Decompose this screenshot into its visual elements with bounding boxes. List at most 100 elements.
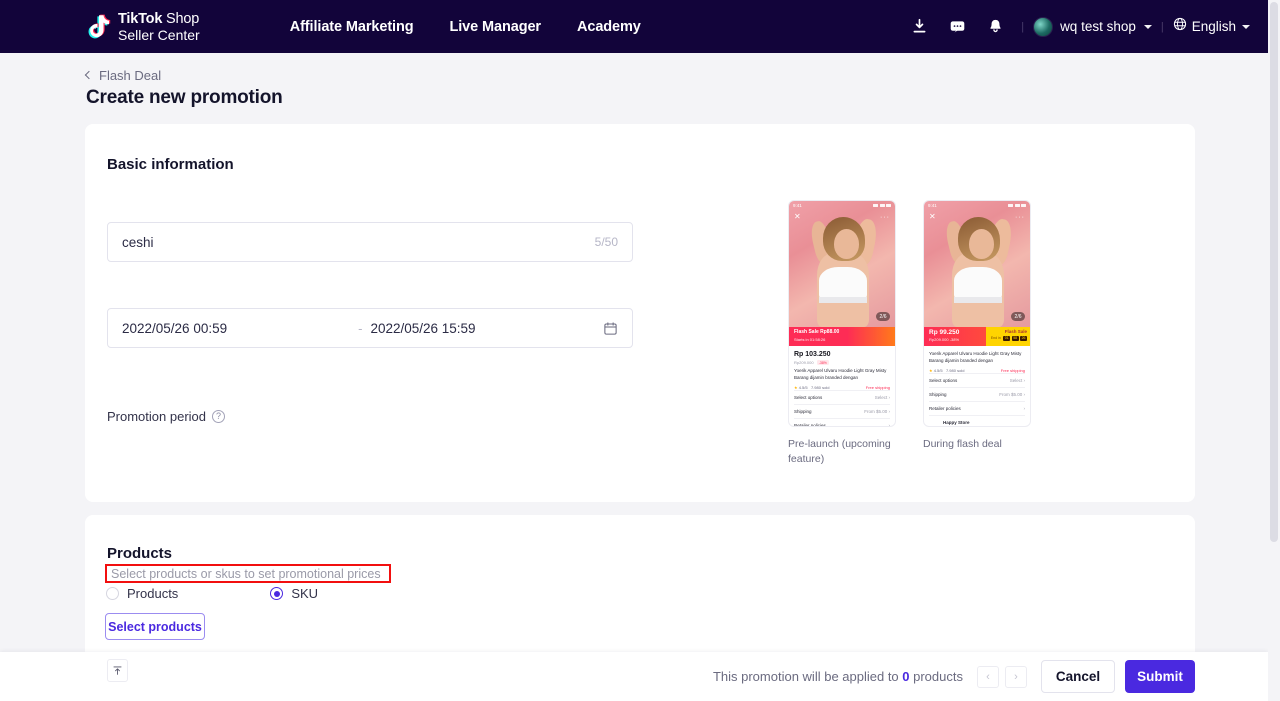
image-counter: 2/6	[876, 312, 890, 321]
detail-row-shipping: Shipping From $5.00 ›	[794, 403, 890, 418]
row-label: Shipping	[929, 391, 947, 397]
timer-hours: 01	[1003, 335, 1011, 341]
image-counter: 2/6	[1011, 312, 1025, 321]
detail-row-select-options: Select options Select ›	[929, 372, 1025, 387]
pagination: ‹ ›	[977, 665, 1027, 688]
product-title: Yoerik Apparel Ulvaru Hoodie Light Gray …	[794, 368, 887, 380]
row-label: Select options	[794, 394, 823, 400]
product-photo: 9:41 ✕ ··· 2/6	[789, 201, 895, 327]
chevron-left-icon	[84, 70, 94, 80]
notification-bell-icon[interactable]	[976, 0, 1014, 53]
help-question-icon[interactable]: ?	[212, 410, 225, 423]
applied-products-status: This promotion will be applied to 0 prod…	[713, 669, 963, 684]
radio-option-sku[interactable]: SKU	[270, 586, 318, 601]
store-row: YOU Happy Store Seller from China Visit	[929, 414, 1025, 426]
product-type-radio-group: Products SKU	[106, 586, 318, 601]
brand-line1-bold: TikTok	[118, 10, 163, 27]
detail-row-retailer-policies: Retailer policies ›	[794, 417, 891, 427]
banner-price: Rp 99.250	[929, 329, 960, 336]
row-label: Select options	[929, 377, 958, 383]
status-time: 9:41	[793, 203, 802, 208]
countdown-timer: End in 01 58 26	[989, 335, 1027, 341]
products-heading: Products	[107, 545, 173, 562]
period-start-value[interactable]: 2022/05/26 00:59	[122, 321, 227, 336]
product-old-price: Rp209.000	[794, 359, 814, 365]
nav-item-academy[interactable]: Academy	[577, 19, 641, 35]
nav-item-affiliate-marketing[interactable]: Affiliate Marketing	[290, 19, 414, 35]
banner-title: Flash Sale Rp88.00	[794, 329, 840, 335]
row-value: ›	[888, 422, 891, 427]
detail-row-retailer-policies: Retailer policies ›	[929, 400, 1026, 415]
next-page-button[interactable]: ›	[1005, 665, 1027, 688]
product-title: Yoerik Apparel Ulvaru Hoodie Light Gray …	[929, 351, 1022, 363]
model-illustration	[938, 215, 1016, 327]
calendar-icon[interactable]	[603, 321, 618, 336]
applied-count: 0	[902, 669, 910, 684]
applied-suffix: products	[909, 669, 963, 684]
product-details: Rp 103.250 Rp209.000 -38% Yoerik Apparel…	[789, 346, 895, 427]
top-navigation-bar: TikTok Shop Seller Center Affiliate Mark…	[0, 0, 1268, 53]
download-icon[interactable]	[900, 0, 938, 53]
basic-information-card: Basic information Promotion name ceshi 5…	[85, 124, 1195, 502]
products-error-text: Select products or skus to set promotion…	[111, 566, 381, 581]
main-nav-links: Affiliate Marketing Live Manager Academy	[290, 19, 641, 35]
timer-minutes: 58	[1011, 335, 1019, 341]
close-icon: ✕	[794, 212, 801, 221]
promotion-name-input[interactable]: ceshi 5/50	[107, 222, 633, 262]
flash-sale-banner: Rp 99.250 Rp209.000 -38% Flash Sale End …	[924, 327, 1030, 346]
ends-in-label: End in	[990, 336, 1001, 340]
free-shipping-tag: Free shipping	[865, 384, 890, 390]
select-products-button[interactable]: Select products	[105, 613, 205, 640]
phone-mockup: 9:41 ✕ ··· 2/6 Flash Sale Rp88.00 Starts…	[788, 200, 896, 427]
promotion-period-label: Promotion period	[107, 409, 206, 424]
product-discount-badge: -38%	[816, 360, 829, 365]
message-icon[interactable]	[938, 0, 976, 53]
prev-page-button[interactable]: ‹	[977, 665, 999, 688]
detail-row-shipping: Shipping From $5.00 ›	[929, 386, 1025, 401]
product-details: Yoerik Apparel Ulvaru Hoodie Light Gray …	[924, 346, 1030, 426]
row-value: Select ›	[1009, 377, 1025, 383]
radio-option-products[interactable]: Products	[106, 586, 178, 601]
promotion-period-label-wrap: Promotion period ?	[107, 409, 225, 424]
page-title: Create new promotion	[86, 87, 283, 108]
radio-label-sku: SKU	[291, 586, 319, 601]
preview-gallery: 9:41 ✕ ··· 2/6 Flash Sale Rp88.00 Starts…	[788, 200, 1031, 467]
brand-logo[interactable]: TikTok Shop Seller Center	[86, 10, 200, 43]
shop-switcher[interactable]: wq test shop	[1031, 16, 1154, 37]
banner-timer-area: Flash Sale End in 01 58 26	[986, 327, 1030, 346]
product-old-price-row: Rp209.000 -38%	[794, 359, 890, 365]
scroll-to-top-button[interactable]	[107, 659, 128, 682]
breadcrumb-label: Flash Deal	[99, 68, 162, 83]
cancel-button[interactable]: Cancel	[1041, 660, 1115, 693]
model-illustration	[803, 215, 881, 327]
more-options-icon: ···	[1015, 214, 1025, 221]
submit-button[interactable]: Submit	[1125, 660, 1195, 693]
tiktok-note-icon	[86, 13, 112, 41]
language-selector[interactable]: English	[1171, 17, 1250, 36]
period-end-value[interactable]: 2022/05/26 15:59	[370, 321, 475, 336]
radio-label-products: Products	[127, 586, 179, 601]
promotion-period-input[interactable]: 2022/05/26 00:59 - 2022/05/26 15:59	[107, 308, 633, 348]
header-divider-2: |	[1160, 20, 1164, 33]
scrollbar-thumb[interactable]	[1270, 2, 1278, 542]
applied-prefix: This promotion will be applied to	[712, 669, 903, 684]
row-value: ›	[1023, 405, 1026, 411]
period-separator: -	[358, 320, 363, 336]
phone-status-bar: 9:41	[924, 201, 1030, 210]
breadcrumb[interactable]: Flash Deal	[84, 68, 162, 83]
brand-line1-thin: Shop	[162, 10, 200, 27]
shop-name: wq test shop	[1060, 19, 1136, 34]
nav-item-live-manager[interactable]: Live Manager	[450, 19, 542, 35]
basic-information-heading: Basic information	[107, 156, 234, 173]
preview-item-during-flash-deal: 9:41 ✕ ··· 2/6 Rp 99.250 Rp209.000 -38% …	[923, 200, 1031, 467]
store-logo: YOU	[929, 425, 940, 426]
page-scrollbar[interactable]	[1268, 0, 1280, 701]
banner-discount: -38%	[949, 337, 960, 342]
brand-line2: Seller Center	[118, 26, 200, 43]
flash-sale-label: Flash Sale	[1004, 329, 1027, 334]
product-photo: 9:41 ✕ ··· 2/6	[924, 201, 1030, 327]
star-icon: ★	[929, 367, 933, 373]
preview-caption: Pre-launch (upcoming feature)	[788, 438, 891, 466]
status-signal-icons	[1008, 203, 1026, 208]
promotion-name-counter: 5/50	[594, 235, 618, 249]
